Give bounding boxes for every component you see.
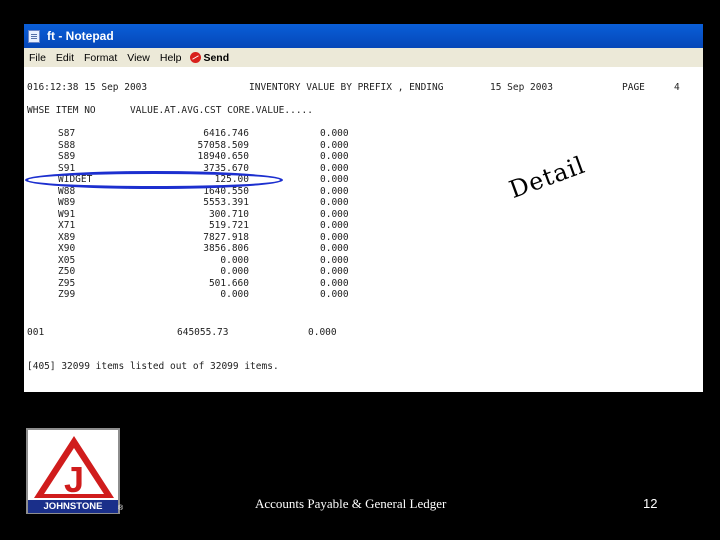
report-column-headers: WHSE ITEM NO VALUE.AT.AVG.CST CORE.VALUE… bbox=[27, 105, 313, 116]
row-core: 0.000 bbox=[320, 254, 349, 266]
menu-format[interactable]: Format bbox=[79, 52, 122, 64]
row-core: 0.000 bbox=[320, 162, 349, 174]
notepad-icon bbox=[28, 29, 40, 43]
total-core: 0.000 bbox=[308, 327, 337, 338]
row-item: X89 bbox=[58, 231, 76, 243]
menu-view[interactable]: View bbox=[122, 52, 155, 64]
title-bar[interactable]: ft - Notepad bbox=[24, 24, 703, 48]
total-value: 645055.73 bbox=[177, 327, 229, 338]
row-item: Z99 bbox=[58, 289, 76, 300]
row-core: 0.000 bbox=[320, 289, 349, 300]
row-item: W91 bbox=[58, 208, 76, 220]
row-value: 5553.391 bbox=[203, 197, 249, 208]
row-item: S87 bbox=[58, 128, 76, 139]
menu-edit[interactable]: Edit bbox=[51, 52, 79, 64]
row-value: 57058.509 bbox=[197, 139, 249, 151]
row-core: 0.000 bbox=[320, 197, 349, 208]
menu-bar: File Edit Format View Help Send bbox=[24, 48, 703, 67]
row-value: 501.660 bbox=[208, 277, 249, 289]
report-time-date: 016:12:38 15 Sep 2003 bbox=[27, 82, 148, 93]
report-page-label: PAGE bbox=[622, 82, 645, 93]
total-whse: 001 bbox=[27, 327, 45, 338]
row-core: 0.000 bbox=[320, 231, 349, 243]
report-title: INVENTORY VALUE BY PREFIX , ENDING bbox=[249, 82, 444, 93]
row-item: Z95 bbox=[58, 277, 76, 289]
row-core: 0.000 bbox=[320, 208, 349, 220]
row-value: 519.721 bbox=[208, 220, 249, 231]
report-summary: [405] 32099 items listed out of 32099 it… bbox=[27, 361, 279, 372]
footer-caption: Accounts Payable & General Ledger bbox=[255, 496, 447, 511]
row-value: 3856.806 bbox=[203, 243, 249, 254]
row-item: S89 bbox=[58, 151, 76, 162]
row-core: 0.000 bbox=[320, 151, 349, 162]
send-button[interactable]: Send bbox=[186, 52, 229, 64]
row-core: 0.000 bbox=[320, 185, 349, 197]
report-ending-date: 15 Sep 2003 bbox=[490, 82, 553, 93]
menu-file[interactable]: File bbox=[24, 52, 51, 64]
row-item: Z50 bbox=[58, 266, 76, 277]
row-item: X90 bbox=[58, 243, 76, 254]
logo-triangle-icon: J bbox=[34, 436, 114, 500]
logo-text: JOHNSTONE bbox=[28, 500, 118, 513]
row-core: 0.000 bbox=[320, 243, 349, 254]
row-value: 6416.746 bbox=[203, 128, 249, 139]
window-title: ft - Notepad bbox=[47, 29, 114, 43]
row-item: S91 bbox=[58, 162, 76, 174]
slide-page-number: 12 bbox=[643, 496, 658, 511]
row-value: 0.000 bbox=[220, 266, 249, 277]
logo-letter: J bbox=[64, 459, 84, 500]
row-item: W88 bbox=[58, 185, 76, 197]
row-core: 0.000 bbox=[320, 174, 349, 185]
row-item: S88 bbox=[58, 139, 76, 151]
row-value: 0.000 bbox=[220, 254, 249, 266]
registered-mark: ® bbox=[118, 505, 124, 512]
notepad-window: ft - Notepad File Edit Format View Help … bbox=[24, 24, 703, 392]
row-item: W89 bbox=[58, 197, 76, 208]
row-core: 0.000 bbox=[320, 220, 349, 231]
notepad-text-area[interactable]: 016:12:38 15 Sep 2003 INVENTORY VALUE BY… bbox=[24, 67, 703, 392]
report-page-number: 4 bbox=[674, 82, 680, 93]
send-icon bbox=[190, 52, 202, 63]
row-core: 0.000 bbox=[320, 266, 349, 277]
row-value: 300.710 bbox=[208, 208, 249, 220]
row-value: 0.000 bbox=[220, 289, 249, 300]
row-item: X71 bbox=[58, 220, 76, 231]
row-core: 0.000 bbox=[320, 277, 349, 289]
johnstone-logo: J JOHNSTONE bbox=[26, 428, 120, 514]
menu-help[interactable]: Help bbox=[155, 52, 187, 64]
row-value: 7827.918 bbox=[203, 231, 249, 243]
highlight-ring bbox=[25, 171, 283, 189]
row-item: X05 bbox=[58, 254, 76, 266]
row-core: 0.000 bbox=[320, 128, 349, 139]
row-value: 18940.650 bbox=[197, 151, 249, 162]
row-core: 0.000 bbox=[320, 139, 349, 151]
send-label: Send bbox=[203, 51, 230, 64]
